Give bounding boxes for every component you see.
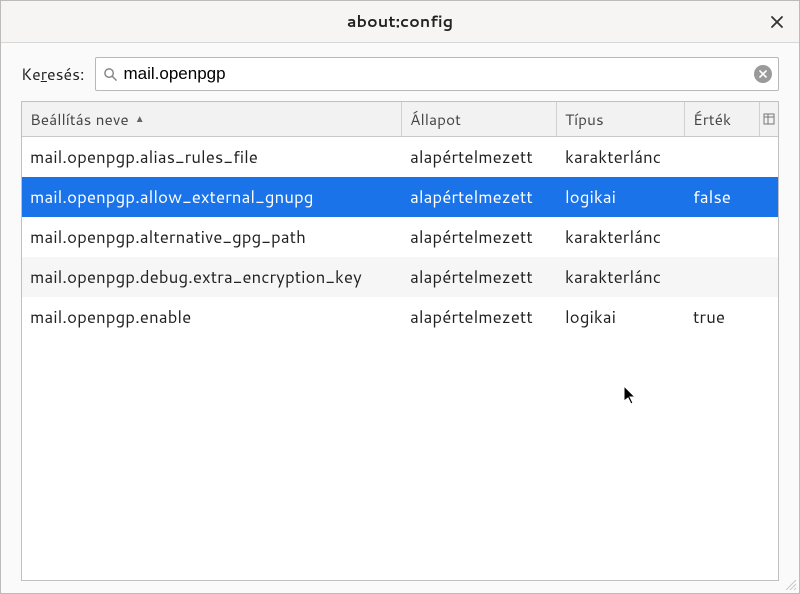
clear-icon (758, 69, 768, 79)
cell-value: true (685, 305, 778, 329)
column-picker-icon (763, 113, 775, 125)
cell-state: alapértelmezett (402, 185, 557, 209)
cell-state: alapértelmezett (402, 145, 557, 169)
cell-type: logikai (557, 185, 685, 209)
search-label: Keresés: (21, 63, 85, 86)
resize-grip-icon[interactable] (783, 577, 797, 591)
cell-state: alapértelmezett (402, 305, 557, 329)
table-row[interactable]: mail.openpgp.alias_rules_filealapértelme… (22, 137, 778, 177)
cell-state: alapértelmezett (402, 265, 557, 289)
cell-type: karakterlánc (557, 145, 685, 169)
cell-state: alapértelmezett (402, 225, 557, 249)
cell-name: mail.openpgp.allow_external_gnupg (22, 185, 402, 209)
table-row[interactable]: mail.openpgp.enablealapértelmezettlogika… (22, 297, 778, 337)
table-body[interactable]: mail.openpgp.alias_rules_filealapértelme… (22, 137, 778, 580)
cell-name: mail.openpgp.alias_rules_file (22, 145, 402, 169)
clear-search-button[interactable] (754, 65, 772, 83)
search-box[interactable] (95, 57, 780, 91)
cell-name: mail.openpgp.enable (22, 305, 402, 329)
column-header-name[interactable]: Beállítás neve ▲ (22, 102, 402, 136)
table-header: Beállítás neve ▲ Állapot Típus Érték (22, 102, 778, 137)
window-title: about:config (347, 10, 453, 33)
close-icon (770, 15, 784, 29)
search-icon (102, 67, 120, 82)
titlebar: about:config (1, 1, 799, 43)
sort-indicator-icon: ▲ (135, 112, 145, 126)
column-header-state[interactable]: Állapot (402, 102, 557, 136)
table-row[interactable]: mail.openpgp.allow_external_gnupgalapért… (22, 177, 778, 217)
cell-name: mail.openpgp.alternative_gpg_path (22, 225, 402, 249)
table-row[interactable]: mail.openpgp.debug.extra_encryption_keya… (22, 257, 778, 297)
cell-type: karakterlánc (557, 265, 685, 289)
pref-table: Beállítás neve ▲ Állapot Típus Érték mai… (21, 101, 779, 581)
search-row: Keresés: (21, 57, 779, 91)
close-button[interactable] (763, 8, 791, 36)
cell-type: karakterlánc (557, 225, 685, 249)
cell-value: false (685, 185, 778, 209)
column-header-type[interactable]: Típus (557, 102, 685, 136)
search-input[interactable] (120, 60, 755, 88)
table-row[interactable]: mail.openpgp.alternative_gpg_pathalapért… (22, 217, 778, 257)
cell-name: mail.openpgp.debug.extra_encryption_key (22, 265, 402, 289)
content-area: Keresés: Beállítás neve ▲ Állapot Típus (1, 43, 799, 593)
column-picker-button[interactable] (760, 102, 778, 136)
cell-type: logikai (557, 305, 685, 329)
column-header-value[interactable]: Érték (685, 102, 760, 136)
config-window: about:config Keresés: Beállítás neve (0, 0, 800, 594)
